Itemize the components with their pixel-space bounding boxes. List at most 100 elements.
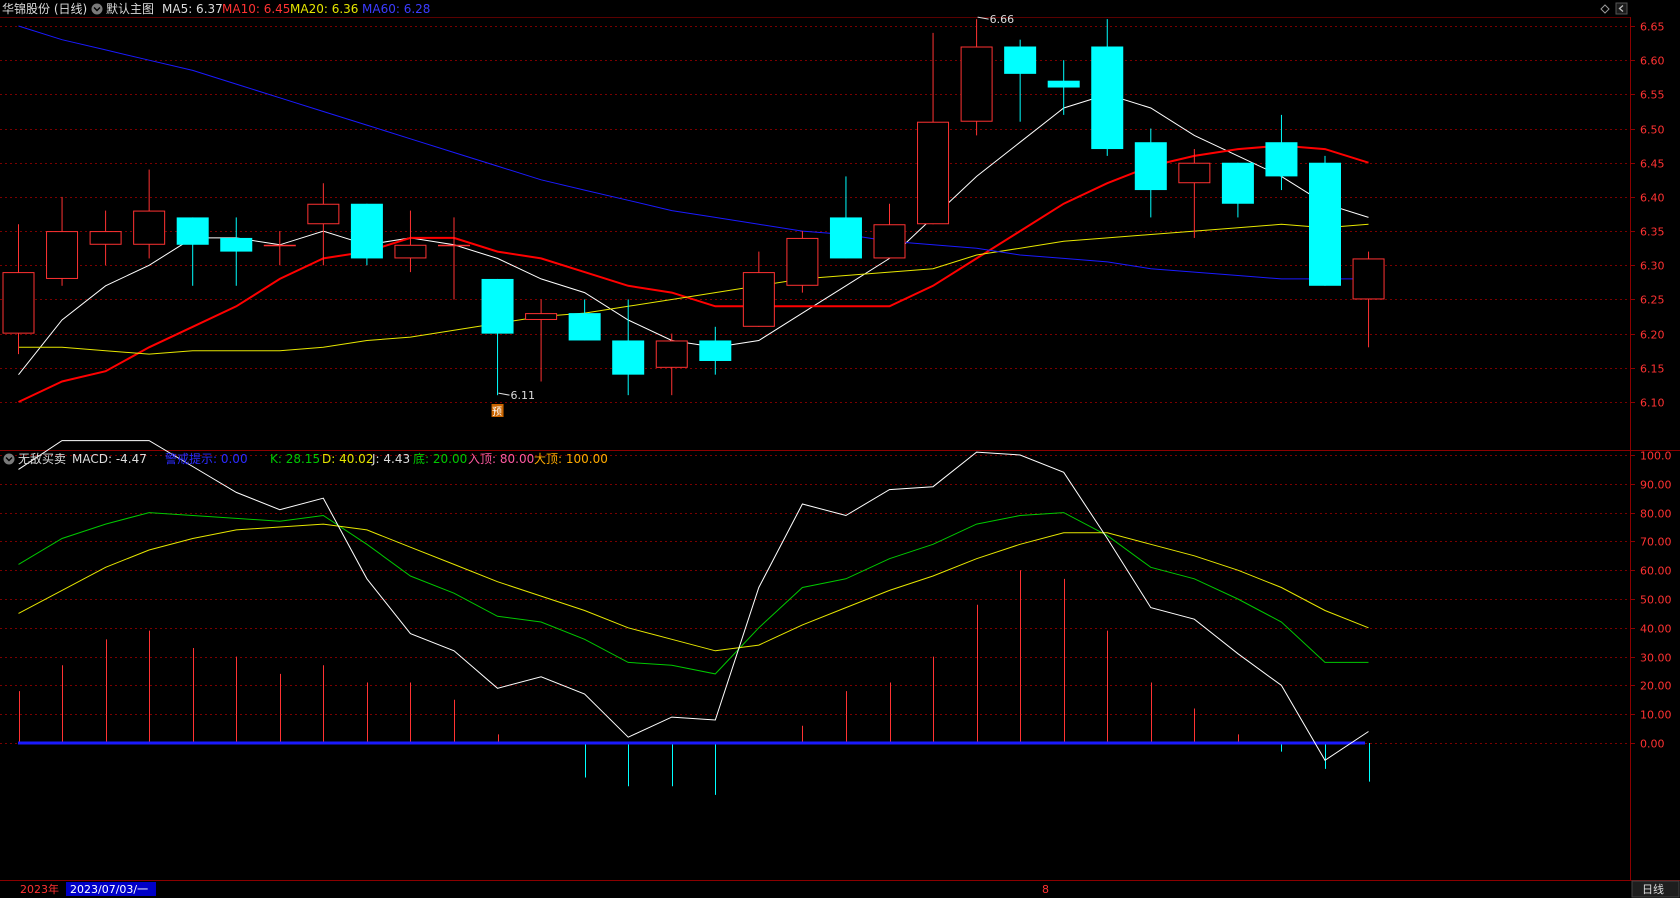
candle[interactable] [350, 203, 383, 266]
candle-body [1352, 258, 1385, 300]
candle[interactable] [568, 299, 601, 341]
indicator-axis-ticks: 100.0 90.00 80.00 70.00 60.00 50.00 40.00 30.00… [1630, 450, 1672, 751]
candle-body [829, 217, 862, 259]
indicator-tick-label: 40.00 [1640, 623, 1672, 636]
candle-body [133, 210, 166, 245]
candle[interactable] [1004, 39, 1037, 122]
price-tick-label: 6.10 [1640, 397, 1665, 410]
year-label: 2023年 [20, 882, 59, 896]
candle[interactable] [481, 278, 514, 396]
candle-body [1004, 46, 1037, 74]
candle[interactable] [1134, 128, 1167, 218]
price-tick-label: 6.45 [1640, 158, 1665, 171]
candle-body [1221, 162, 1254, 204]
ma10-value: MA10: 6.45 [222, 2, 290, 16]
indicator-name[interactable]: 无敌买卖 [18, 451, 66, 466]
candle-body [307, 203, 340, 225]
candle[interactable] [1047, 60, 1080, 115]
ma20-value: MA20: 6.36 [290, 2, 358, 16]
big-top-value: 大顶: 100.00 [534, 452, 608, 466]
k-value: K: 28.15 [270, 452, 320, 466]
d-value: D: 40.02 [322, 452, 373, 466]
candle[interactable] [263, 231, 296, 266]
main-chart-label[interactable]: 默认主图 [106, 1, 154, 16]
ma5-value: MA5: 6.37 [162, 2, 223, 16]
candle-body [699, 340, 732, 361]
candle[interactable] [655, 333, 688, 396]
d-line [18, 523, 1369, 652]
candle-body [46, 231, 79, 279]
indicator-tick-label: 30.00 [1640, 652, 1672, 665]
price-tick-label: 6.50 [1640, 124, 1665, 137]
candle-body [1091, 46, 1124, 150]
candle[interactable] [176, 217, 209, 286]
candle-body [786, 237, 819, 286]
candle[interactable] [742, 251, 775, 327]
price-tick-label: 6.65 [1640, 21, 1665, 34]
candle[interactable] [2, 224, 35, 355]
main-chart-dropdown-icon[interactable] [91, 3, 103, 15]
indicator-tick-label: 80.00 [1640, 508, 1672, 521]
candle[interactable] [1221, 162, 1254, 218]
candle-body [1309, 162, 1341, 286]
candle-body [960, 46, 993, 122]
collapse-icon[interactable] [1615, 2, 1628, 15]
indicator-dropdown-icon[interactable] [3, 453, 15, 465]
macd-histogram [18, 570, 1370, 795]
indicator-tick-label: 50.00 [1640, 594, 1672, 607]
candle-body [89, 231, 122, 245]
k-line [18, 512, 1369, 675]
candle[interactable] [220, 217, 253, 286]
candle-body [655, 340, 688, 368]
candle-body [525, 313, 558, 320]
indicator-grid [0, 455, 1630, 744]
candle-body [2, 272, 35, 334]
candle-body [220, 237, 253, 252]
j-value: J: 4.43 [371, 452, 410, 466]
bottom-level-value: 底: 20.00 [413, 451, 467, 466]
annotation-label: 6.66 [990, 13, 1015, 26]
candle[interactable] [46, 196, 79, 286]
candle[interactable] [1178, 149, 1211, 238]
price-tick-label: 6.60 [1640, 55, 1665, 68]
candle-body [1047, 80, 1080, 88]
price-axis-ticks: 6.65 6.60 6.55 6.50 6.45 6.40 6.35 6.30 6.25 6.20… [1630, 21, 1665, 410]
ma60-value: MA60: 6.28 [362, 2, 430, 16]
period-button[interactable]: 日线 [1642, 882, 1664, 896]
price-tick-label: 6.25 [1640, 294, 1665, 307]
candle[interactable] [133, 169, 166, 259]
candle[interactable] [1352, 251, 1385, 348]
price-tick-label: 6.40 [1640, 192, 1665, 205]
indicator-tick-label: 10.00 [1640, 709, 1672, 722]
annotation-arrow [498, 392, 510, 396]
candle-body [1178, 162, 1211, 184]
candle-body [481, 278, 514, 334]
candle[interactable] [307, 183, 340, 266]
indicator-tick-label: 60.00 [1640, 565, 1672, 578]
price-tick-label: 6.30 [1640, 260, 1665, 273]
candle-body [176, 217, 209, 245]
candle[interactable] [612, 299, 645, 396]
candle[interactable] [1265, 114, 1298, 191]
candle[interactable] [89, 210, 122, 266]
candle[interactable] [873, 203, 906, 259]
candle[interactable] [525, 299, 558, 382]
candle[interactable] [829, 176, 862, 259]
kdj-lines [18, 440, 1369, 762]
candle-body [873, 224, 906, 259]
indicator-tick-label: 0.00 [1640, 738, 1665, 751]
diamond-icon[interactable] [1600, 4, 1610, 14]
candle-body [438, 244, 470, 247]
candle[interactable] [699, 326, 732, 375]
j-line [18, 440, 1369, 762]
candle[interactable] [1309, 155, 1341, 286]
chart-canvas[interactable]: 6.666.11预 6.656.606.556.506.456.406.356.… [0, 0, 1680, 898]
candle-body [350, 203, 383, 259]
price-tick-label: 6.15 [1640, 363, 1665, 376]
candle[interactable] [438, 217, 470, 300]
candle[interactable] [917, 32, 950, 225]
candle[interactable] [786, 231, 819, 293]
candle[interactable] [960, 19, 993, 136]
candle-body [568, 313, 601, 341]
candle[interactable] [1091, 19, 1124, 156]
